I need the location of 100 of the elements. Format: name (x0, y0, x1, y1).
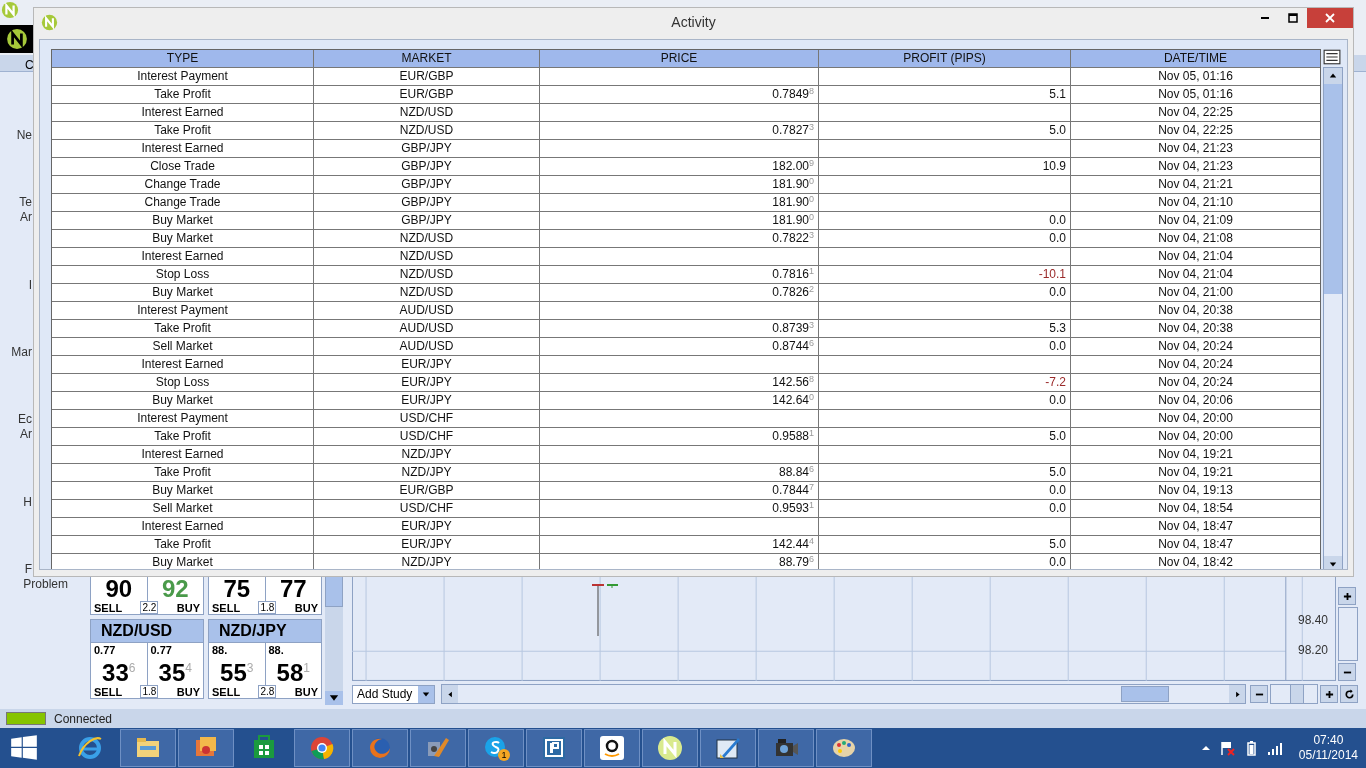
buy-label: BUY (176, 602, 200, 614)
chevron-up-icon[interactable] (1200, 743, 1211, 753)
column-header[interactable]: DATE/TIME (1071, 50, 1320, 67)
pair-title[interactable]: NZD/USD (91, 620, 203, 643)
table-cell: Stop Loss (52, 374, 314, 391)
taskbar-app[interactable] (584, 729, 640, 767)
candlestick-drawing (592, 584, 618, 636)
table-cell: -10.1 (819, 266, 1071, 283)
remote-icon (540, 734, 568, 762)
refresh-button[interactable] (1340, 685, 1358, 703)
tab[interactable]: C (25, 58, 34, 72)
sidebar-label[interactable]: Ec (18, 412, 32, 428)
refresh-icon (1343, 688, 1355, 700)
scroll-thumb[interactable] (1324, 84, 1342, 294)
axis-label: 98.20 (1297, 643, 1328, 657)
column-header[interactable]: MARKET (314, 50, 540, 67)
spread-value: 2.8 (258, 685, 277, 698)
table-cell: NZD/USD (314, 248, 540, 265)
up-arrow-icon[interactable] (1329, 72, 1337, 80)
table-cell: 5.0 (819, 464, 1071, 481)
table-cell-text: Nov 04, 20:24 (1157, 356, 1234, 373)
table-cell-text: Nov 04, 22:25 (1157, 122, 1234, 139)
zoom-out-button[interactable] (1338, 663, 1356, 681)
notification-badge: 1 (498, 749, 510, 761)
start-icon[interactable] (10, 734, 38, 762)
buy-label: BUY (176, 686, 200, 698)
logo-icon (41, 13, 58, 31)
table-cell: 0.0 (819, 554, 1071, 569)
table-cell: 142.44$^{4}$ (540, 536, 819, 553)
table-cell: 0.7816$^{1}$ (540, 266, 819, 283)
table-cell-text: Nov 04, 20:38 (1157, 320, 1234, 337)
table-cell: EUR/JPY (314, 374, 540, 391)
sell-quote[interactable]: 90 (91, 576, 147, 601)
zoom-in-button[interactable] (1338, 587, 1356, 605)
table-cell-text: Nov 04, 19:21 (1157, 446, 1234, 463)
sidebar-label[interactable]: H (23, 494, 32, 510)
table-cell: 0.9588$^{1}$ (540, 428, 819, 445)
column-header[interactable]: PRICE (540, 50, 819, 67)
down-arrow-icon[interactable] (1329, 560, 1337, 568)
buy-quote[interactable]: 0.77 35$^{4}$ (146, 643, 203, 685)
price-prefix: 0.77 (94, 644, 117, 656)
close-button[interactable] (1307, 8, 1353, 28)
flag-icon[interactable] (1218, 740, 1235, 756)
caret-icon (422, 690, 431, 698)
status-text: Connected (54, 711, 113, 726)
table-cell: GBP/JPY (314, 194, 540, 211)
pair-title[interactable]: NZD/JPY (209, 620, 321, 643)
column-header[interactable]: PROFIT (PIPS) (819, 50, 1071, 67)
sidebar-label[interactable]: Mar (11, 345, 32, 360)
table-cell-text: Nov 04, 21:04 (1157, 266, 1234, 283)
sidebar-label[interactable]: Ar (20, 210, 32, 226)
sidebar-label[interactable]: Ne (16, 128, 32, 143)
signal-icon[interactable] (1266, 740, 1283, 756)
table-cell: Close Trade (52, 158, 314, 175)
table-cell: AUD/USD (314, 338, 540, 355)
sell-quote[interactable]: 0.77 33$^{6}$ (91, 643, 147, 685)
scrollbar[interactable] (325, 575, 343, 705)
table-cell: Sell Market (52, 500, 314, 517)
table-cell: NZD/USD (314, 266, 540, 283)
table-cell-text: Nov 05, 01:16 (1157, 68, 1234, 85)
slider-thumb[interactable] (1289, 685, 1304, 703)
table-cell: NZD/USD (314, 104, 540, 121)
zoom-slider[interactable] (1270, 684, 1318, 704)
study-dropdown[interactable]: Add Study (352, 684, 436, 704)
minimize-icon (1260, 17, 1270, 19)
price-big: 35$^{4}$ (157, 658, 193, 685)
table-cell-text: Nov 04, 18:47 (1157, 536, 1234, 553)
table-cell: AUD/USD (314, 320, 540, 337)
spread-value: 2.2 (140, 601, 159, 614)
table-cell: USD/CHF (314, 428, 540, 445)
table-cell: 88.79$^{6}$ (540, 554, 819, 569)
sidebar-label[interactable]: I (28, 277, 32, 293)
table-cell: NZD/USD (314, 284, 540, 301)
horizontal-scrollbar[interactable] (441, 684, 1246, 704)
table-cell: 0.0 (819, 482, 1071, 499)
sidebar-label[interactable]: Ar (20, 427, 32, 443)
table-cell: EUR/JPY (314, 392, 540, 409)
sidebar-label[interactable]: Te (19, 195, 32, 211)
scroll-thumb[interactable] (1121, 686, 1169, 702)
zoom-in-button[interactable] (1320, 685, 1338, 703)
table-cell-text: Nov 04, 19:21 (1157, 464, 1234, 481)
buy-quote[interactable]: 88. 58$^{1}$ (264, 643, 321, 685)
right-arrow-icon[interactable] (1233, 690, 1241, 698)
table-cell: EUR/JPY (314, 356, 540, 373)
clock[interactable]: 07:40 05/11/2014 (1298, 733, 1358, 763)
scrollbar[interactable] (1323, 67, 1343, 569)
table-cell: 142.56$^{8}$ (540, 374, 819, 391)
taskbar-app[interactable]: 1 (468, 729, 524, 767)
columns-menu-icon[interactable] (1323, 49, 1341, 65)
sell-quote[interactable]: 88. 55$^{3}$ (209, 643, 265, 685)
taskbar-app[interactable] (700, 729, 756, 767)
sidebar-label[interactable]: F (24, 561, 32, 577)
scroll-thumb[interactable] (325, 575, 343, 607)
axis-label: 98.40 (1297, 613, 1328, 627)
sidebar-label[interactable]: Problem (23, 576, 68, 592)
left-arrow-icon[interactable] (446, 690, 454, 698)
zoom-out-button[interactable] (1250, 685, 1268, 703)
column-header[interactable]: TYPE (52, 50, 314, 67)
sell-quote[interactable]: 75 (209, 576, 265, 601)
scale-track[interactable] (1338, 607, 1358, 661)
